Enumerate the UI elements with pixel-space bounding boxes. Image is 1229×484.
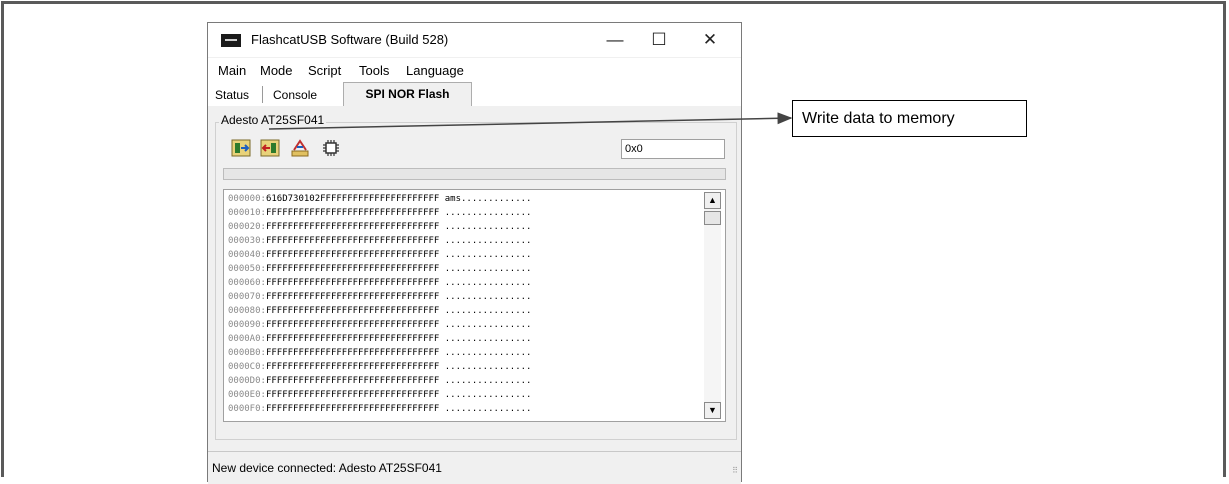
menu-mode[interactable]: Mode [260, 63, 293, 78]
hex-row-bytes: FFFFFFFFFFFFFFFFFFFFFFFFFFFFFFFF [265, 376, 440, 386]
tab-divider [262, 86, 263, 103]
hex-row-ascii: ................ [444, 404, 532, 414]
hex-row-ascii: ................ [444, 208, 532, 218]
hex-row-bytes: FFFFFFFFFFFFFFFFFFFFFFFFFFFFFFFF [265, 334, 440, 344]
hex-row-bytes: FFFFFFFFFFFFFFFFFFFFFFFFFFFFFFFF [265, 250, 440, 260]
hex-row-ascii: ................ [444, 250, 532, 260]
scroll-up-arrow-icon[interactable]: ▲ [704, 192, 721, 209]
hex-row-bytes: FFFFFFFFFFFFFFFFFFFFFFFFFFFFFFFF [265, 264, 440, 274]
hex-row-address: 000050: [228, 264, 266, 274]
hex-row-bytes: FFFFFFFFFFFFFFFFFFFFFFFFFFFFFFFF [265, 348, 440, 358]
hex-row-bytes: FFFFFFFFFFFFFFFFFFFFFFFFFFFFFFFF [265, 222, 440, 232]
hex-row-ascii: ................ [444, 306, 532, 316]
hex-row-address: 000090: [228, 320, 266, 330]
maximize-button[interactable]: ☐ [639, 26, 679, 54]
hex-row-ascii: ................ [444, 348, 532, 358]
hex-row: 0000F0:FFFFFFFFFFFFFFFFFFFFFFFFFFFFFFFF … [228, 404, 531, 415]
hex-row-address: 000070: [228, 292, 266, 302]
hex-row: 000040:FFFFFFFFFFFFFFFFFFFFFFFFFFFFFFFF … [228, 250, 531, 261]
close-button[interactable]: ✕ [690, 26, 730, 54]
hex-row-bytes: FFFFFFFFFFFFFFFFFFFFFFFFFFFFFFFF [265, 306, 440, 316]
hex-row-bytes: FFFFFFFFFFFFFFFFFFFFFFFFFFFFFFFF [265, 208, 440, 218]
scroll-thumb[interactable] [704, 211, 721, 225]
hex-row-bytes: FFFFFFFFFFFFFFFFFFFFFFFFFFFFFFFF [265, 236, 440, 246]
chip-icon[interactable] [321, 138, 341, 158]
hex-row-ascii: ................ [444, 292, 532, 302]
address-input[interactable] [621, 139, 725, 159]
hex-row: 0000B0:FFFFFFFFFFFFFFFFFFFFFFFFFFFFFFFF … [228, 348, 531, 359]
hex-row: 000010:FFFFFFFFFFFFFFFFFFFFFFFFFFFFFFFF … [228, 208, 531, 219]
hex-row: 000070:FFFFFFFFFFFFFFFFFFFFFFFFFFFFFFFF … [228, 292, 531, 303]
minimize-button[interactable]: — [595, 26, 635, 54]
hex-row: 000020:FFFFFFFFFFFFFFFFFFFFFFFFFFFFFFFF … [228, 222, 531, 233]
verify-icon[interactable] [290, 138, 310, 158]
hex-row-bytes: FFFFFFFFFFFFFFFFFFFFFFFFFFFFFFFF [265, 292, 440, 302]
hex-row-address: 0000D0: [228, 376, 266, 386]
hex-row: 000080:FFFFFFFFFFFFFFFFFFFFFFFFFFFFFFFF … [228, 306, 531, 317]
hex-row-address: 0000B0: [228, 348, 266, 358]
hex-row: 000090:FFFFFFFFFFFFFFFFFFFFFFFFFFFFFFFF … [228, 320, 531, 331]
hex-row: 0000A0:FFFFFFFFFFFFFFFFFFFFFFFFFFFFFFFF … [228, 334, 531, 345]
scroll-down-arrow-icon[interactable]: ▼ [704, 402, 721, 419]
menu-script[interactable]: Script [308, 63, 341, 78]
hex-row-address: 000060: [228, 278, 266, 288]
hex-row-address: 000030: [228, 236, 266, 246]
hex-row-ascii: ams............. [444, 194, 532, 204]
device-group-label: Adesto AT25SF041 [219, 113, 327, 127]
hex-row-ascii: ................ [444, 264, 532, 274]
hex-row-address: 000010: [228, 208, 266, 218]
hex-row-bytes: FFFFFFFFFFFFFFFFFFFFFFFFFFFFFFFF [265, 390, 440, 400]
window-title: FlashcatUSB Software (Build 528) [251, 32, 449, 47]
hex-row: 000060:FFFFFFFFFFFFFFFFFFFFFFFFFFFFFFFF … [228, 278, 531, 289]
hex-row-ascii: ................ [444, 222, 532, 232]
hex-row: 0000C0:FFFFFFFFFFFFFFFFFFFFFFFFFFFFFFFF … [228, 362, 531, 373]
hex-row-ascii: ................ [444, 236, 532, 246]
hex-row-bytes: FFFFFFFFFFFFFFFFFFFFFFFFFFFFFFFF [265, 362, 440, 372]
hex-row-bytes: 616D730102FFFFFFFFFFFFFFFFFFFFFF [265, 194, 440, 204]
menu-bar: Main Mode Script Tools Language [208, 58, 741, 82]
hex-row-bytes: FFFFFFFFFFFFFFFFFFFFFFFFFFFFFFFF [265, 320, 440, 330]
hex-row-address: 000040: [228, 250, 266, 260]
resize-grip-icon[interactable]: ⠿ [732, 466, 738, 475]
write-memory-icon[interactable] [260, 138, 280, 158]
hex-row-address: 000080: [228, 306, 266, 316]
hex-row-address: 0000E0: [228, 390, 266, 400]
hex-row-ascii: ................ [444, 376, 532, 386]
hex-row-ascii: ................ [444, 362, 532, 372]
tab-console[interactable]: Console [269, 85, 321, 105]
hex-row-ascii: ................ [444, 334, 532, 344]
read-memory-icon[interactable] [231, 138, 251, 158]
title-bar[interactable]: FlashcatUSB Software (Build 528) — ☐ ✕ [208, 23, 741, 57]
hex-row-address: 000000: [228, 194, 266, 204]
hex-row-address: 000020: [228, 222, 266, 232]
hex-row-address: 0000A0: [228, 334, 266, 344]
menu-tools[interactable]: Tools [359, 63, 389, 78]
hex-row-address: 0000C0: [228, 362, 266, 372]
status-bar: New device connected: Adesto AT25SF041 ⠿ [208, 451, 741, 484]
hex-row: 000050:FFFFFFFFFFFFFFFFFFFFFFFFFFFFFFFF … [228, 264, 531, 275]
hex-row-ascii: ................ [444, 390, 532, 400]
app-window: FlashcatUSB Software (Build 528) — ☐ ✕ M… [207, 22, 742, 484]
tab-strip: Status Console SPI NOR Flash [208, 82, 741, 106]
status-message: New device connected: Adesto AT25SF041 [212, 461, 442, 475]
hex-view[interactable]: 000000:616D730102FFFFFFFFFFFFFFFFFFFFFF … [223, 189, 726, 422]
tab-status[interactable]: Status [211, 85, 253, 105]
menu-main[interactable]: Main [218, 63, 246, 78]
vertical-scrollbar[interactable]: ▲ ▼ [704, 192, 721, 419]
hex-row: 000000:616D730102FFFFFFFFFFFFFFFFFFFFFF … [228, 194, 531, 205]
hex-row-address: 0000F0: [228, 404, 266, 414]
menu-language[interactable]: Language [406, 63, 464, 78]
hex-row: 000030:FFFFFFFFFFFFFFFFFFFFFFFFFFFFFFFF … [228, 236, 531, 247]
hex-row-ascii: ................ [444, 278, 532, 288]
tab-spi-nor-flash[interactable]: SPI NOR Flash [343, 82, 472, 106]
app-icon [221, 34, 241, 47]
hex-row-bytes: FFFFFFFFFFFFFFFFFFFFFFFFFFFFFFFF [265, 278, 440, 288]
progress-bar [223, 168, 726, 180]
hex-row-bytes: FFFFFFFFFFFFFFFFFFFFFFFFFFFFFFFF [265, 404, 440, 414]
hex-row: 0000D0:FFFFFFFFFFFFFFFFFFFFFFFFFFFFFFFF … [228, 376, 531, 387]
callout-label: Write data to memory [792, 100, 1027, 137]
hex-row-ascii: ................ [444, 320, 532, 330]
hex-row: 0000E0:FFFFFFFFFFFFFFFFFFFFFFFFFFFFFFFF … [228, 390, 531, 401]
